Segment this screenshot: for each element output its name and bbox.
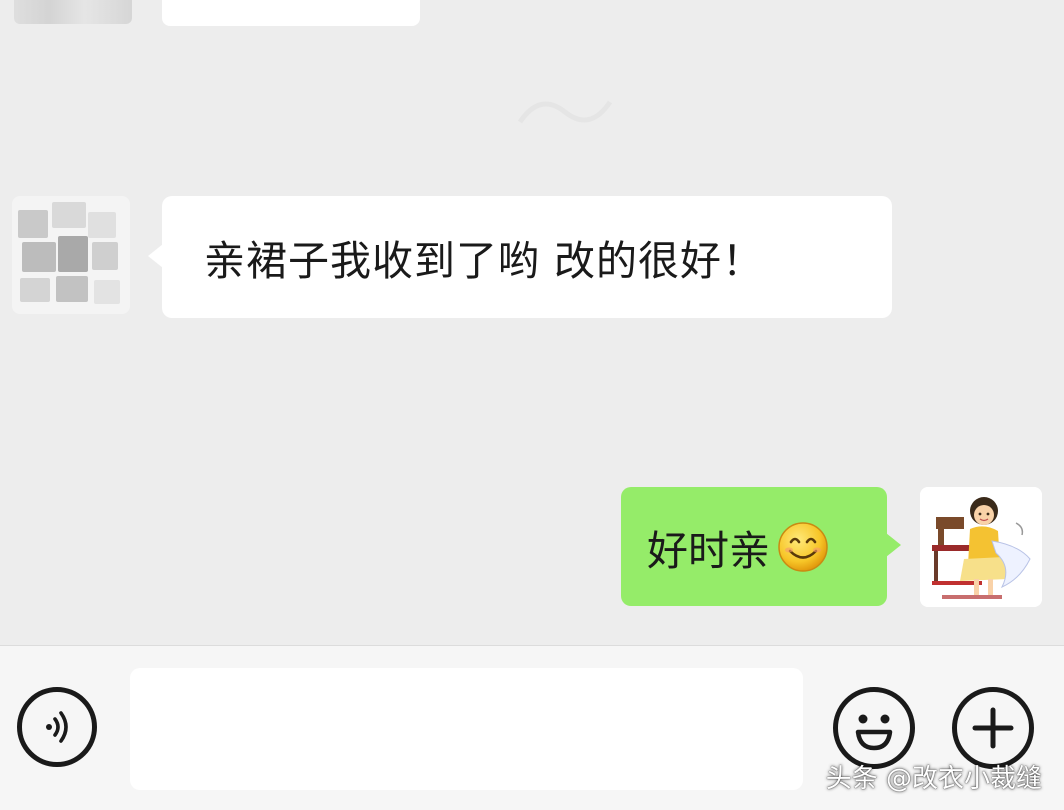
chat-screen: 亲裙子我收到了哟 改的很好！ 好时亲 头条 @改衣小裁缝	[0, 0, 1064, 810]
watermark-text: 头条 @改衣小裁缝	[825, 764, 1042, 794]
smile-emoji-icon	[778, 521, 828, 572]
message-list[interactable]: 亲裙子我收到了哟 改的很好！ 好时亲	[0, 0, 1064, 645]
voice-icon[interactable]	[17, 687, 97, 767]
emoji-face-icon[interactable]	[833, 687, 915, 769]
incoming-message-bubble[interactable]: 亲裙子我收到了哟 改的很好！	[148, 196, 892, 318]
incoming-message-text: 亲裙子我收到了哟 改的很好！	[204, 237, 765, 285]
avatar[interactable]	[14, 0, 132, 24]
outgoing-message-bubble[interactable]: 好时亲	[621, 487, 901, 606]
background-watermark-icon	[517, 100, 613, 124]
blurred-avatar-icon[interactable]	[12, 196, 130, 314]
plus-icon[interactable]	[952, 687, 1034, 769]
seamstress-avatar-icon[interactable]	[920, 487, 1042, 607]
plus-glyph	[972, 707, 1014, 749]
message-input[interactable]	[130, 668, 803, 790]
outgoing-message-text: 好时亲	[647, 526, 770, 575]
voice-wave-icon	[46, 711, 68, 743]
emoji-face-glyph	[855, 714, 893, 751]
message-bubble-previous[interactable]	[162, 0, 420, 26]
seamstress-illustration	[920, 487, 1042, 607]
